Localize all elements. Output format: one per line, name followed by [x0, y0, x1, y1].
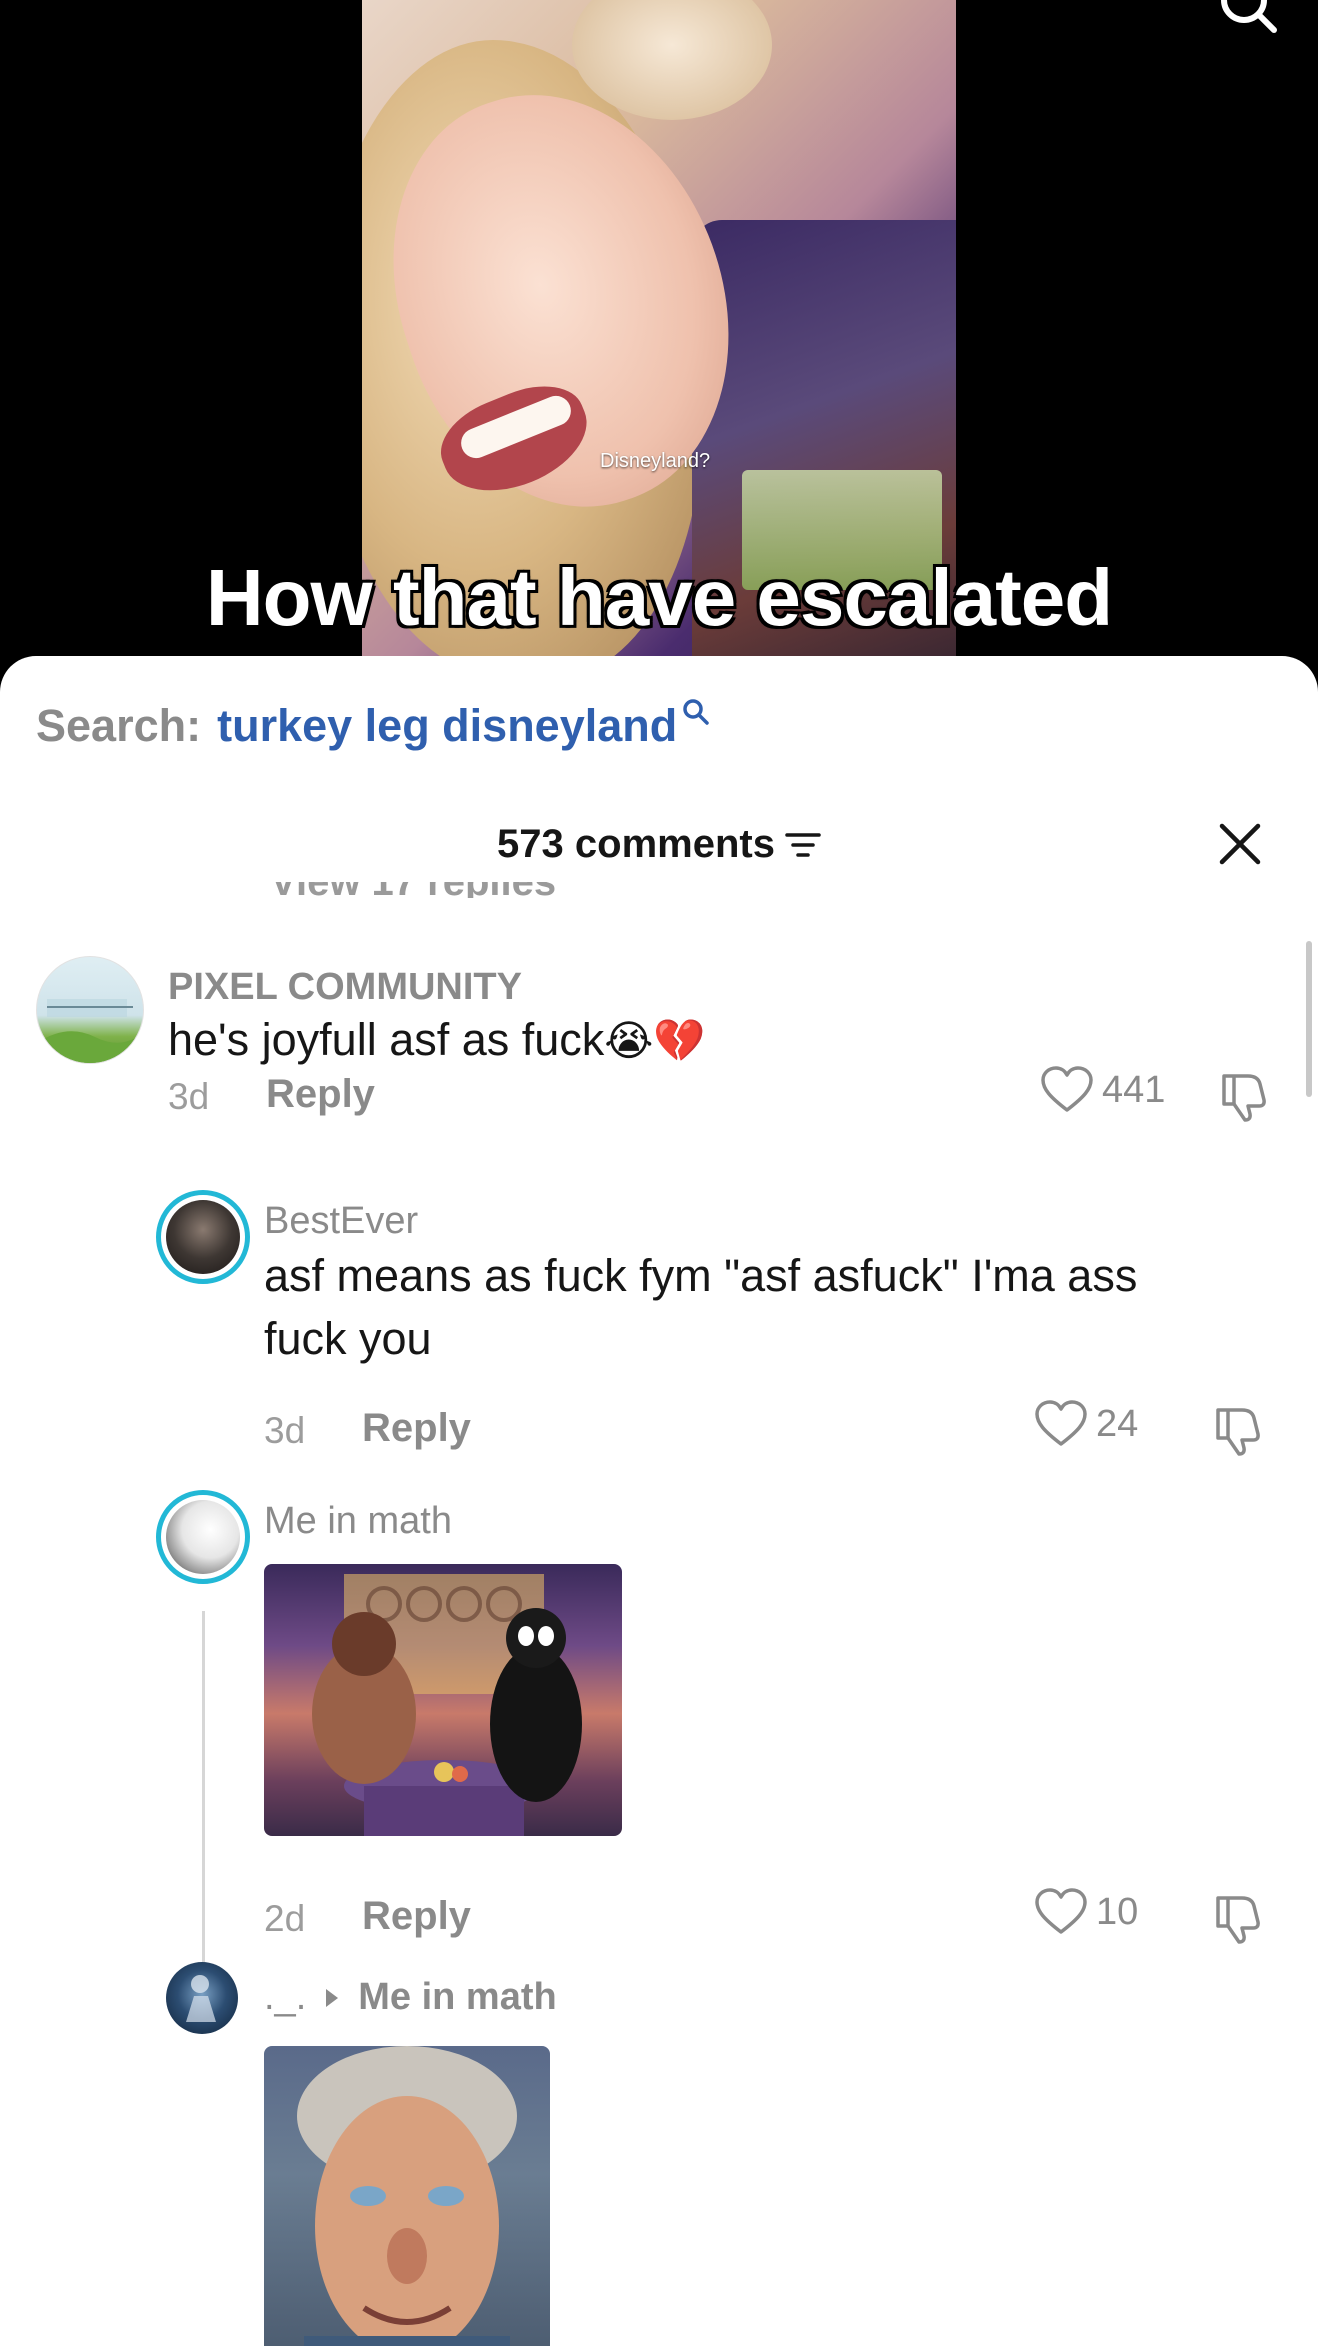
reply-button[interactable]: Reply [362, 1406, 471, 1451]
like-count: 441 [1102, 1068, 1166, 1111]
heart-icon [1041, 1066, 1093, 1112]
attachment-illustration [297, 2046, 517, 2346]
avatar-figure-icon [186, 1975, 216, 2022]
sort-filter-icon[interactable] [785, 830, 821, 860]
comment-age: 3d [168, 1076, 210, 1117]
comment-author-name: ._. [264, 1976, 307, 2018]
comment-attachment-image[interactable] [264, 2046, 550, 2346]
like-count: 24 [1096, 1402, 1139, 1445]
heart-icon [1035, 1400, 1087, 1446]
search-icon [683, 699, 709, 725]
comments-header: 573 comments [0, 816, 1318, 886]
comment-item: PIXEL COMMUNITY he's joyfull asf as fuck… [0, 956, 1318, 1156]
dislike-icon[interactable] [1212, 1890, 1266, 1944]
like-button[interactable]: 10 [1034, 1888, 1138, 1936]
comment-author[interactable]: BestEver [264, 1200, 418, 1243]
reply-button[interactable]: Reply [362, 1894, 471, 1939]
attachment-illustration [312, 1574, 582, 1836]
dislike-icon[interactable] [1218, 1068, 1272, 1122]
comment-attachment-image[interactable] [264, 1564, 622, 1836]
comment-text: he's joyfull asf as fuck😭💔 [168, 1008, 706, 1072]
reply-button[interactable]: Reply [266, 1072, 375, 1117]
comment-author[interactable]: Me in math [264, 1500, 452, 1543]
comments-sheet: Search: turkey leg disneyland 573 commen… [0, 656, 1318, 2346]
comment-age: 2d [264, 1898, 306, 1939]
search-icon[interactable] [1218, 0, 1278, 34]
comment-author[interactable]: ._. Me in math [264, 1976, 557, 2019]
avatar[interactable] [156, 1490, 250, 1584]
comment-author[interactable]: PIXEL COMMUNITY [168, 966, 522, 1009]
reply-to-author[interactable]: Me in math [358, 1976, 556, 2019]
avatar-photo [166, 1200, 240, 1274]
reply-item: BestEver asf means as fuck fym "asf asfu… [0, 1190, 1318, 1470]
video-caption: How that have escalated [205, 553, 1113, 642]
search-suggestion[interactable]: Search: turkey leg disneyland [36, 699, 711, 752]
close-icon[interactable] [1212, 816, 1268, 872]
comments-count: 573 comments [497, 822, 775, 866]
heart-icon [1035, 1888, 1087, 1934]
comment-text: asf means as fuck fym "asf asfuck" I'ma … [264, 1250, 1138, 1364]
search-prefix-label: Search: [36, 700, 202, 751]
like-count: 10 [1096, 1890, 1139, 1933]
search-term-link[interactable]: turkey leg disneyland [217, 700, 677, 752]
reply-item: ._. Me in math [0, 1962, 1318, 2346]
avatar-photo [166, 1500, 240, 1574]
dislike-icon[interactable] [1212, 1402, 1266, 1456]
avatar[interactable] [166, 1962, 238, 2034]
comment-age: 3d [264, 1410, 306, 1451]
reply-arrow-icon [326, 1988, 339, 2007]
comment-text-content: he's joyfull asf as fuck [168, 1014, 605, 1065]
like-button[interactable]: 24 [1034, 1400, 1138, 1448]
comment-emojis: 😭💔 [604, 1016, 706, 1065]
video-player[interactable]: Disneyland? How that have escalated [0, 0, 1318, 680]
video-overlay-label: Disneyland? [600, 450, 711, 472]
like-button[interactable]: 441 [1040, 1066, 1165, 1114]
reply-item: Me in math 2d Reply 10 [0, 1490, 1318, 1960]
avatar-logo-icon [37, 999, 143, 1063]
view-replies-link[interactable]: View 17 replies [270, 882, 556, 898]
avatar[interactable] [156, 1190, 250, 1284]
comments-count-area: 573 comments [0, 822, 1318, 867]
avatar[interactable] [36, 956, 144, 1064]
